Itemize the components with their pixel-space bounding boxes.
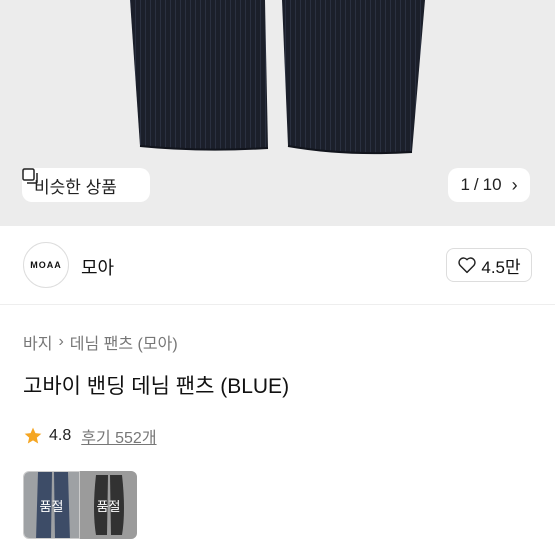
rating-row: 4.8 후기 552개	[23, 424, 157, 448]
swatch-black[interactable]: 품절	[80, 471, 137, 539]
similar-items-icon	[22, 168, 38, 184]
sold-out-badge: 품절	[24, 472, 79, 538]
star-icon	[24, 427, 42, 444]
reviews-link[interactable]: 후기 552개	[81, 424, 156, 448]
sold-out-badge: 품절	[80, 471, 137, 539]
product-image[interactable]: 비슷한 상품 1 / 10 ›	[0, 0, 555, 226]
product-title: 고바이 밴딩 데님 팬츠 (BLUE)	[23, 375, 290, 398]
image-pager[interactable]: 1 / 10 ›	[448, 168, 530, 202]
like-button[interactable]: 4.5만	[446, 248, 532, 282]
brand-logo-text: MOAA	[30, 260, 62, 270]
pager-separator: /	[473, 175, 479, 194]
chevron-right-icon: ›	[58, 333, 64, 350]
pager-current: 1	[460, 175, 470, 194]
brand-name[interactable]: 모아	[81, 254, 114, 280]
chevron-right-icon: ›	[511, 174, 518, 195]
pager-total: 10	[482, 175, 502, 194]
similar-items-button[interactable]: 비슷한 상품	[22, 168, 150, 202]
brand-row: MOAA 모아 4.5만	[0, 238, 555, 294]
swatch-blue[interactable]: 품절	[23, 471, 80, 539]
color-swatches: 품절 품절	[23, 471, 137, 539]
heart-outline-icon	[458, 257, 477, 274]
breadcrumb: 바지 › 데님 팬츠 (모아)	[23, 330, 178, 354]
divider	[0, 304, 555, 305]
breadcrumb-item-subcategory[interactable]: 데님 팬츠 (모아)	[70, 330, 178, 354]
like-count: 4.5만	[481, 257, 521, 277]
breadcrumb-item-category[interactable]: 바지	[23, 330, 52, 354]
similar-items-label: 비슷한 상품	[34, 177, 117, 197]
brand-logo[interactable]: MOAA	[23, 242, 69, 288]
rating-score: 4.8	[49, 427, 72, 444]
